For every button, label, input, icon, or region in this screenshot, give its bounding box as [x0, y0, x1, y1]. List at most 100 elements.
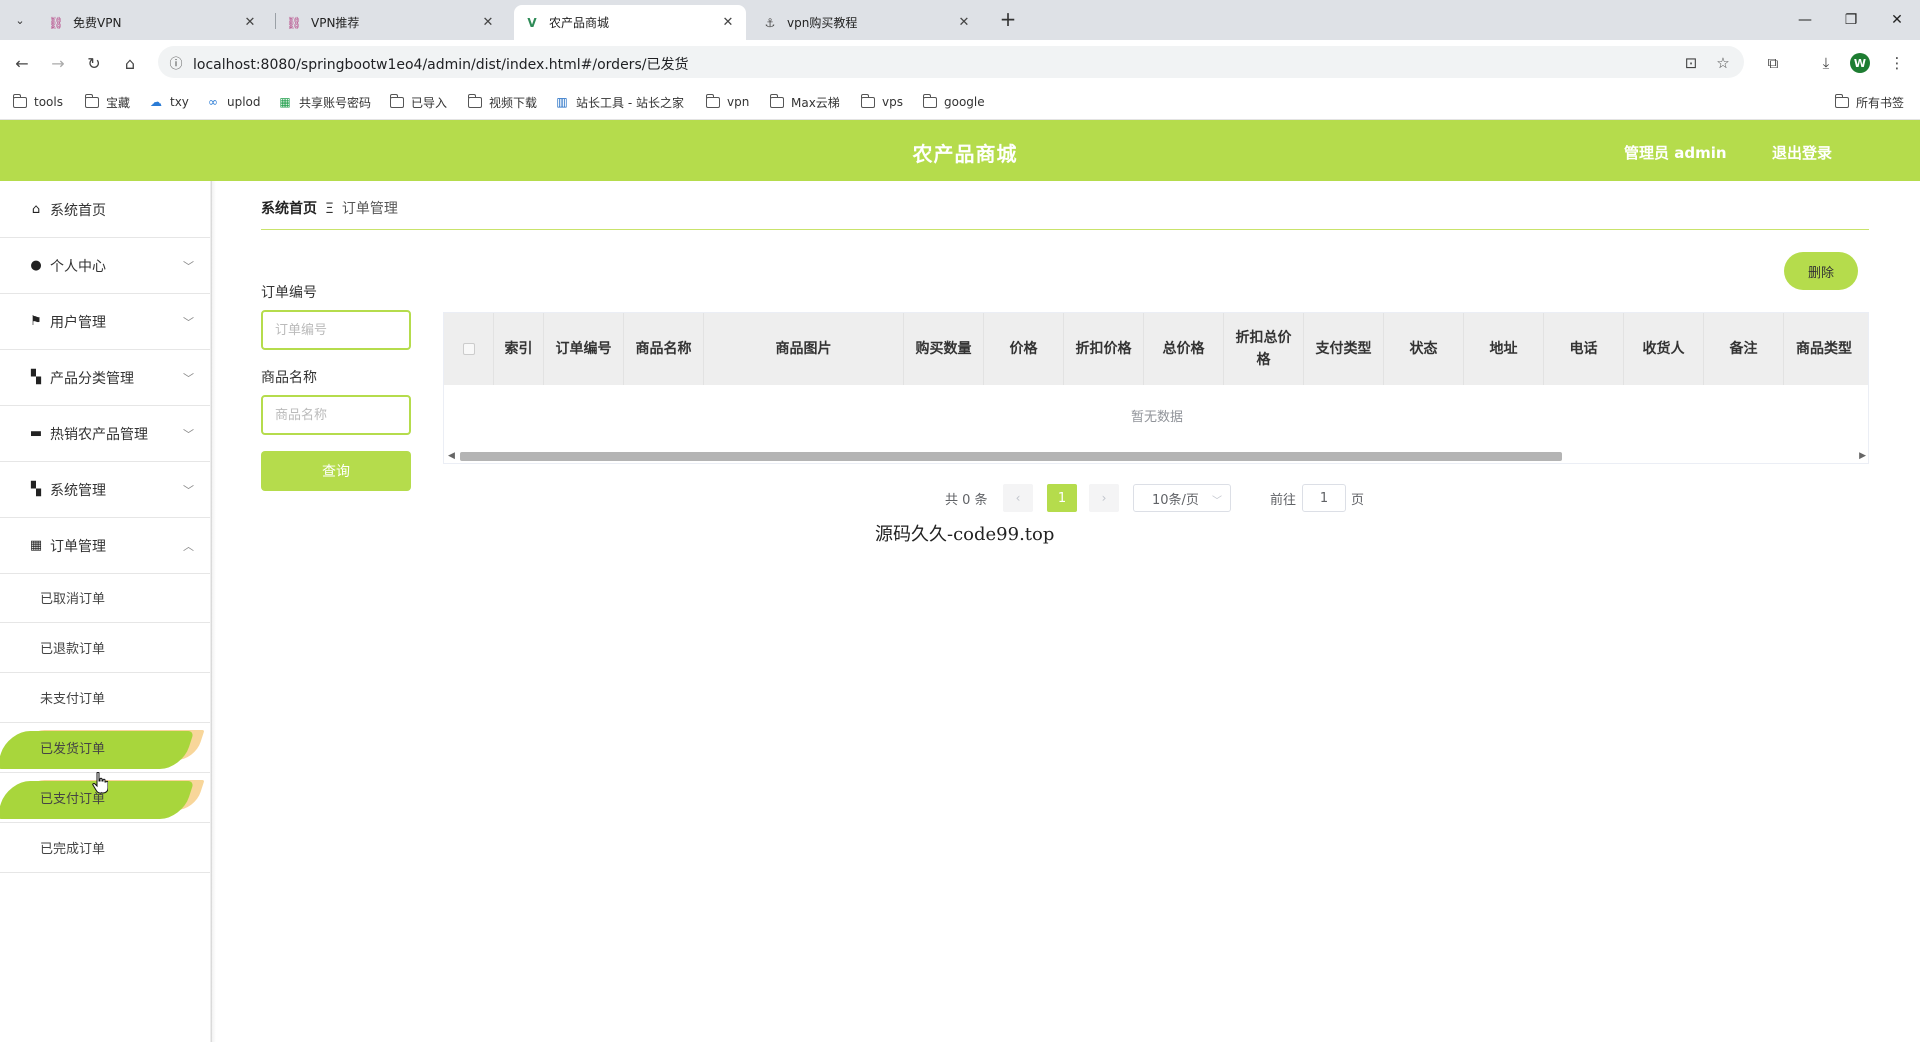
page-size-select[interactable]: 10条/页 ﹀: [1133, 484, 1231, 512]
chevron-down-icon: ﹀: [183, 260, 194, 273]
bookmark-label: Max云梯: [791, 95, 840, 110]
minimize-icon[interactable]: —: [1782, 0, 1828, 40]
profile-avatar[interactable]: W: [1850, 53, 1870, 73]
bookmark-uplod[interactable]: ∞ uplod: [205, 91, 261, 113]
tab-close-icon[interactable]: ✕: [956, 15, 972, 30]
sidebar-item-personal-center[interactable]: ● 个人中心 ﹀: [0, 238, 210, 294]
bookmark-chinaz[interactable]: ▥ 站长工具 - 站长之家: [554, 91, 684, 113]
scroll-left-arrow-icon[interactable]: ◀: [448, 449, 455, 463]
browser-tab-4[interactable]: ⚓ vpn购买教程 ✕: [752, 5, 982, 40]
page-number-current[interactable]: 1: [1047, 484, 1077, 512]
admin-user-label: 管理员 admin: [1624, 144, 1727, 162]
forward-arrow-icon[interactable]: →: [44, 50, 72, 76]
sidebar-item-label: 系统首页: [50, 202, 106, 219]
more-menu-icon[interactable]: ⋮: [1886, 52, 1908, 74]
sidebar-item-category-management[interactable]: ▚ 产品分类管理 ﹀: [0, 350, 210, 406]
sidebar-item-label: 用户管理: [50, 314, 106, 331]
select-all-cell: [444, 313, 494, 385]
browser-tab-2[interactable]: ⛓ VPN推荐 ✕: [276, 5, 506, 40]
restore-icon[interactable]: ❐: [1828, 0, 1874, 40]
browser-tab-1[interactable]: ⛓ 免费VPN ✕: [38, 5, 268, 40]
home-icon: ⌂: [31, 202, 41, 217]
sidebar-item-label: 产品分类管理: [50, 370, 134, 387]
bookmark-video-download[interactable]: 视频下载: [467, 91, 537, 113]
sheet-icon: ▦: [279, 95, 291, 109]
sidebar-subitem-completed-orders[interactable]: 已完成订单: [0, 823, 210, 873]
bookmark-txy[interactable]: ☁ txy: [148, 91, 189, 113]
tab-close-icon[interactable]: ✕: [720, 15, 736, 30]
chart-favicon-icon: ▥: [556, 95, 568, 109]
product-name-input[interactable]: [261, 395, 411, 435]
sidebar-shadow: [210, 181, 216, 1042]
sidebar-subitem-shipped-orders[interactable]: 已发货订单: [0, 723, 210, 773]
chevron-up-icon: ︿: [183, 540, 194, 553]
tab-title: 农产品商城: [549, 16, 610, 30]
bookmark-shared-accounts[interactable]: ▦ 共享账号密码: [277, 91, 371, 113]
sidebar-item-hot-products[interactable]: ▬ 热销农产品管理 ﹀: [0, 406, 210, 462]
sidebar-subitem-label: 已取消订单: [40, 592, 106, 607]
sidebar-item-home[interactable]: ⌂ 系统首页: [0, 182, 210, 238]
site-info-icon[interactable]: ⓘ: [166, 52, 186, 72]
logout-button[interactable]: 退出登录: [1772, 142, 1832, 163]
order-number-input[interactable]: [261, 310, 411, 350]
folder-icon: [389, 93, 405, 109]
bookmark-label: 站长工具 - 站长之家: [576, 95, 684, 110]
page-size-value: 10条/页: [1152, 492, 1199, 508]
all-bookmarks[interactable]: 所有书签: [1834, 91, 1904, 113]
grid-icon: ▚: [31, 482, 41, 497]
column-header: 总价格: [1144, 313, 1224, 385]
pagination-total: 共 0 条: [945, 492, 988, 508]
new-tab-plus-icon[interactable]: +: [996, 8, 1020, 32]
bookmark-label: uplod: [227, 95, 261, 109]
sidebar-subitem-cancelled-orders[interactable]: 已取消订单: [0, 573, 210, 623]
back-arrow-icon[interactable]: ←: [8, 50, 36, 76]
app-header: 农产品商城 管理员 admin 退出登录: [0, 120, 1920, 181]
column-header: 商品名称: [624, 313, 704, 385]
tab-search-chevron-icon[interactable]: ⌄: [8, 8, 32, 32]
sidebar-subitem-label: 已退款订单: [40, 642, 106, 657]
screenshot-icon[interactable]: ⊡: [1680, 52, 1702, 74]
window-close-icon[interactable]: ✕: [1874, 0, 1920, 40]
breadcrumb-home[interactable]: 系统首页: [261, 201, 317, 217]
orders-table: 索引 订单编号 商品名称 商品图片 购买数量 价格 折扣价格 总价格 折扣总价格…: [443, 312, 1869, 464]
horizontal-scrollbar[interactable]: ◀ ▶: [444, 449, 1868, 463]
sidebar-item-user-management[interactable]: ⚑ 用户管理 ﹀: [0, 294, 210, 350]
next-page-icon[interactable]: ›: [1089, 484, 1119, 512]
folder-icon: [84, 93, 100, 109]
sidebar-item-label: 系统管理: [50, 482, 106, 499]
goto-page-input[interactable]: 1: [1302, 484, 1346, 512]
bookmark-star-icon[interactable]: ☆: [1712, 52, 1734, 74]
bookmark-label: google: [944, 95, 985, 109]
sidebar-item-order-management[interactable]: ▦ 订单管理 ︿: [0, 518, 210, 574]
folder-icon: [12, 93, 28, 109]
bookmark-max[interactable]: Max云梯: [769, 91, 840, 113]
url-text[interactable]: localhost:8080/springbootw1eo4/admin/dis…: [193, 54, 688, 74]
bookmark-imported[interactable]: 已导入: [389, 91, 447, 113]
home-icon[interactable]: ⌂: [116, 50, 144, 76]
bookmark-google[interactable]: google: [922, 91, 985, 113]
sidebar-subitem-label: 已发货订单: [40, 742, 106, 757]
sidebar-subitem-refunded-orders[interactable]: 已退款订单: [0, 623, 210, 673]
bookmark-label: txy: [170, 95, 189, 109]
download-icon[interactable]: ⤓: [1815, 52, 1837, 74]
search-button[interactable]: 查询: [261, 451, 411, 491]
browser-tab-active[interactable]: V 农产品商城 ✕: [514, 5, 746, 40]
sidebar-item-system-management[interactable]: ▚ 系统管理 ﹀: [0, 462, 210, 518]
select-all-checkbox[interactable]: [462, 343, 475, 355]
bookmark-tools[interactable]: tools: [12, 91, 63, 113]
bookmark-label: 共享账号密码: [299, 95, 372, 110]
tab-close-icon[interactable]: ✕: [242, 15, 258, 30]
breadcrumb-current: 订单管理: [341, 201, 398, 217]
tab-close-icon[interactable]: ✕: [480, 15, 496, 30]
sidebar-subitem-unpaid-orders[interactable]: 未支付订单: [0, 673, 210, 723]
bookmark-vpn[interactable]: vpn: [705, 91, 749, 113]
delete-button[interactable]: 删除: [1784, 252, 1858, 290]
scrollbar-thumb[interactable]: [460, 452, 1562, 461]
scroll-right-arrow-icon[interactable]: ▶: [1859, 449, 1866, 463]
reload-icon[interactable]: ↻: [80, 50, 108, 76]
folder-icon: [705, 93, 721, 109]
bookmark-baozang[interactable]: 宝藏: [84, 91, 130, 113]
bookmark-vps[interactable]: vps: [860, 91, 903, 113]
extensions-icon[interactable]: ⧉: [1762, 52, 1784, 74]
prev-page-icon[interactable]: ‹: [1003, 484, 1033, 512]
